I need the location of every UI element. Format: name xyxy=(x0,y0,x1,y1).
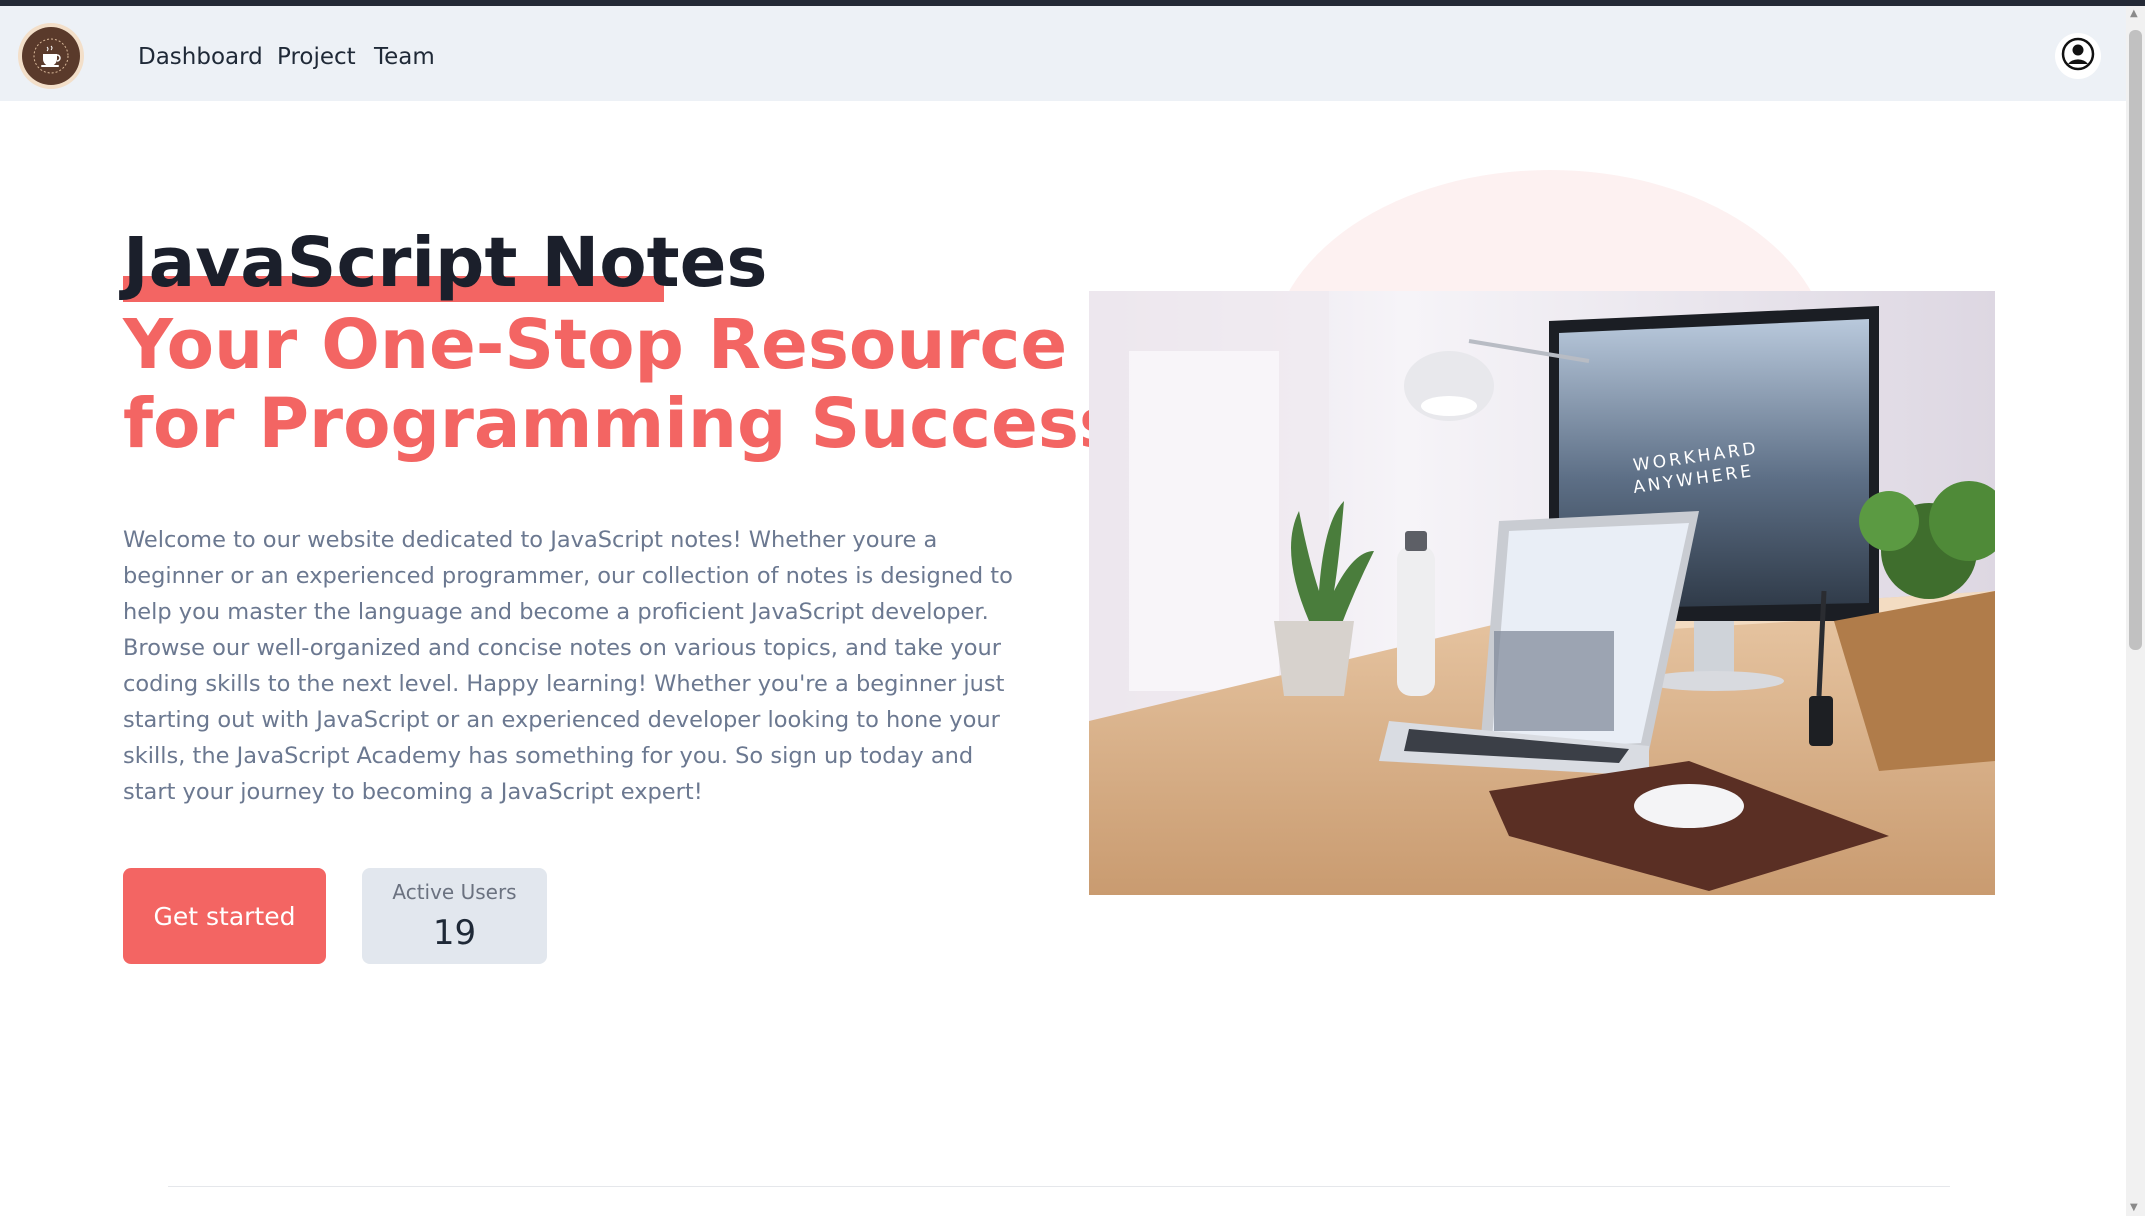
scroll-down-icon[interactable]: ▼ xyxy=(2130,1202,2138,1214)
nav-link-team[interactable]: Team xyxy=(374,42,435,72)
page-title: JavaScript Notes xyxy=(123,223,768,303)
user-circle-icon xyxy=(2061,37,2095,75)
section-divider xyxy=(168,1186,1950,1187)
subtitle-line-2: for Programming Success! xyxy=(123,384,1152,464)
get-started-button[interactable]: Get started xyxy=(123,868,326,964)
hero-description: Welcome to our website dedicated to Java… xyxy=(123,527,1013,805)
scrollbar-thumb[interactable] xyxy=(2129,30,2142,650)
active-users-count: 19 xyxy=(432,913,477,953)
navbar: Dashboard Project Team xyxy=(0,6,2126,101)
coffee-cup-logo-icon xyxy=(22,27,80,85)
scroll-up-icon[interactable]: ▲ xyxy=(2130,8,2138,20)
nav-link-project[interactable]: Project xyxy=(277,42,356,72)
site-logo[interactable] xyxy=(18,23,84,89)
hero-image: WORKHARD ANYWHERE xyxy=(1089,291,1995,895)
hero-subtitle: Your One-Stop Resource for Programming S… xyxy=(123,306,1151,464)
subtitle-line-1: Your One-Stop Resource xyxy=(123,305,1068,385)
active-users-stat: Active Users 19 xyxy=(362,868,547,964)
user-account-button[interactable] xyxy=(2055,33,2101,79)
active-users-label: Active Users xyxy=(392,880,517,904)
nav-link-dashboard[interactable]: Dashboard xyxy=(138,42,263,72)
